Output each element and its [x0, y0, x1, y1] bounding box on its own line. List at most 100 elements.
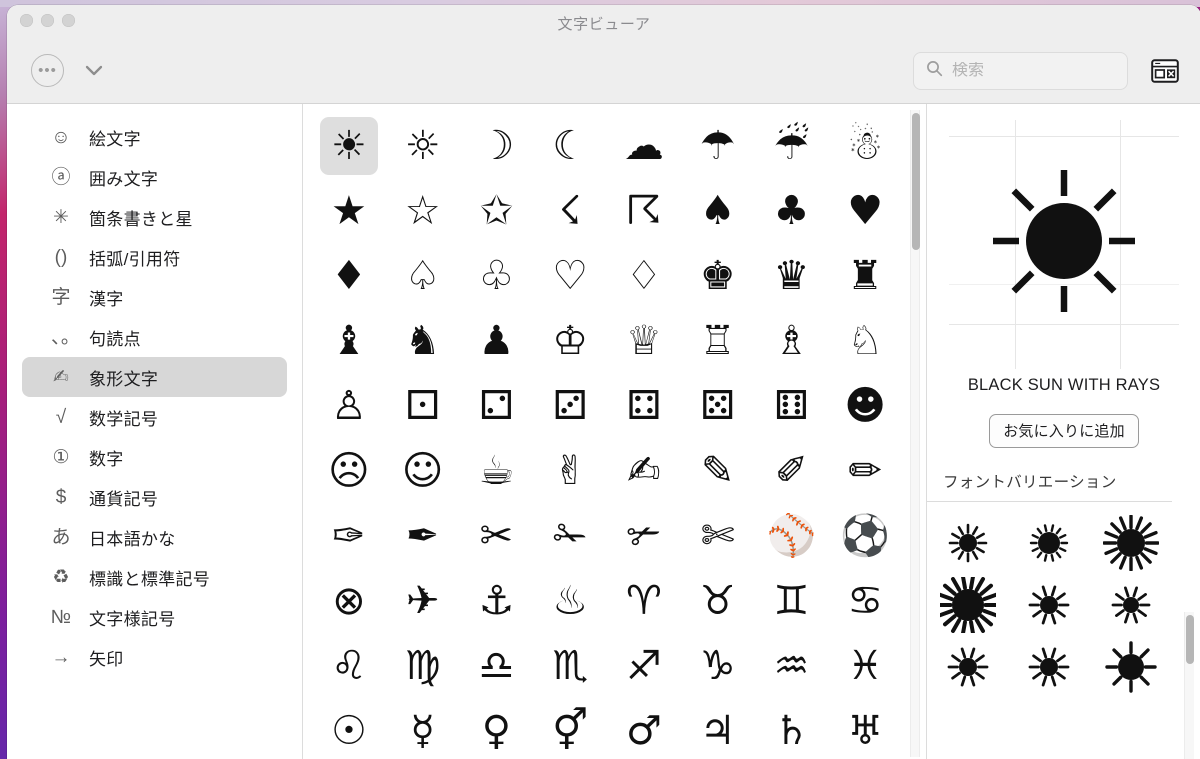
character-cell[interactable]: ☉: [312, 698, 386, 759]
character-cell[interactable]: ♣: [755, 178, 829, 243]
character-cell[interactable]: ⚄: [681, 373, 755, 438]
character-cell[interactable]: ♏: [533, 633, 607, 698]
character-cell[interactable]: ☺: [386, 438, 460, 503]
character-cell[interactable]: ☹: [312, 438, 386, 503]
character-cell[interactable]: ✈: [386, 568, 460, 633]
character-glyph[interactable]: ✒: [394, 507, 452, 565]
font-variation-cell[interactable]: [927, 512, 1009, 574]
character-glyph[interactable]: ♢: [615, 247, 673, 305]
character-glyph[interactable]: ☕: [467, 442, 525, 500]
character-glyph[interactable]: ♐: [615, 637, 673, 695]
character-glyph[interactable]: ✑: [320, 507, 378, 565]
font-variation-cell[interactable]: [1009, 512, 1091, 574]
character-glyph[interactable]: ♏: [541, 637, 599, 695]
character-glyph[interactable]: ♣: [762, 182, 820, 240]
character-cell[interactable]: ⚁: [460, 373, 534, 438]
character-glyph[interactable]: ☻: [836, 377, 894, 435]
character-glyph[interactable]: ⚾: [762, 507, 820, 565]
character-cell[interactable]: ♤: [386, 243, 460, 308]
search-input[interactable]: [952, 62, 1115, 80]
search-field[interactable]: [913, 52, 1128, 90]
character-glyph[interactable]: ☺: [394, 442, 452, 500]
character-glyph[interactable]: ♌: [320, 637, 378, 695]
character-glyph[interactable]: ⊗: [320, 572, 378, 630]
character-cell[interactable]: ✍: [607, 438, 681, 503]
character-glyph[interactable]: ♞: [394, 312, 452, 370]
character-cell[interactable]: ⚾: [755, 503, 829, 568]
keyboard-panel-icon[interactable]: [1151, 59, 1179, 83]
character-glyph[interactable]: ✩: [467, 182, 525, 240]
character-glyph[interactable]: ♝: [320, 312, 378, 370]
character-cell[interactable]: ☾: [533, 113, 607, 178]
character-cell[interactable]: ♂: [607, 698, 681, 759]
font-variation-cell[interactable]: [927, 574, 1009, 636]
character-glyph[interactable]: ✂: [467, 507, 525, 565]
character-cell[interactable]: ✎: [681, 438, 755, 503]
character-glyph[interactable]: ⚀: [394, 377, 452, 435]
character-glyph[interactable]: ♧: [467, 247, 525, 305]
character-glyph[interactable]: ♀: [467, 702, 525, 759]
character-glyph[interactable]: ♡: [541, 247, 599, 305]
character-glyph[interactable]: ☹: [320, 442, 378, 500]
character-cell[interactable]: ♋: [828, 568, 902, 633]
character-glyph[interactable]: ✏: [836, 442, 894, 500]
character-cell[interactable]: ✂: [460, 503, 534, 568]
character-glyph[interactable]: ★: [320, 182, 378, 240]
character-glyph[interactable]: ♊: [762, 572, 820, 630]
character-cell[interactable]: ☽: [460, 113, 534, 178]
character-cell[interactable]: ✐: [755, 438, 829, 503]
character-glyph[interactable]: ☆: [394, 182, 452, 240]
sidebar-item-11[interactable]: ♻ 標識と標準記号: [22, 557, 287, 597]
font-variation-cell[interactable]: [1009, 574, 1091, 636]
sidebar-item-4[interactable]: 字漢字: [22, 277, 287, 317]
sidebar-item-10[interactable]: あ日本語かな: [22, 517, 287, 557]
sidebar-item-6[interactable]: ✍ 象形文字: [22, 357, 287, 397]
character-glyph[interactable]: ☈: [615, 182, 673, 240]
character-glyph[interactable]: ♅: [836, 702, 894, 759]
character-glyph[interactable]: ♙: [320, 377, 378, 435]
character-glyph[interactable]: ☼: [394, 117, 452, 175]
character-glyph[interactable]: ♠: [689, 182, 747, 240]
character-glyph[interactable]: ♜: [836, 247, 894, 305]
character-glyph[interactable]: ♈: [615, 572, 673, 630]
character-glyph[interactable]: ⚃: [615, 377, 673, 435]
sidebar-item-7[interactable]: √ 数学記号: [22, 397, 287, 437]
character-cell[interactable]: ☔: [755, 113, 829, 178]
character-glyph[interactable]: ♟: [467, 312, 525, 370]
character-cell[interactable]: ☿: [386, 698, 460, 759]
chevron-down-icon[interactable]: [83, 62, 105, 80]
character-glyph[interactable]: ♦: [320, 247, 378, 305]
character-cell[interactable]: ☁: [607, 113, 681, 178]
character-cell[interactable]: ✏: [828, 438, 902, 503]
character-glyph[interactable]: ⚁: [467, 377, 525, 435]
character-cell[interactable]: ✁: [533, 503, 607, 568]
character-cell[interactable]: ♈: [607, 568, 681, 633]
sidebar-item-1[interactable]: ⓐ 囲み文字: [22, 157, 287, 197]
character-glyph[interactable]: ⚥: [541, 702, 599, 759]
character-cell[interactable]: ♦: [312, 243, 386, 308]
character-cell[interactable]: ⊗: [312, 568, 386, 633]
character-cell[interactable]: ♓: [828, 633, 902, 698]
character-glyph[interactable]: ♂: [615, 702, 673, 759]
character-cell[interactable]: ✩: [460, 178, 534, 243]
character-cell[interactable]: ♀: [460, 698, 534, 759]
character-cell[interactable]: ☃: [828, 113, 902, 178]
character-cell[interactable]: ★: [312, 178, 386, 243]
character-cell[interactable]: ✃: [607, 503, 681, 568]
character-cell[interactable]: ✒: [386, 503, 460, 568]
character-cell[interactable]: ♧: [460, 243, 534, 308]
character-glyph[interactable]: ⚄: [689, 377, 747, 435]
sidebar-item-3[interactable]: () 括弧/引用符: [22, 237, 287, 277]
character-cell[interactable]: ☻: [828, 373, 902, 438]
character-cell[interactable]: ♜: [828, 243, 902, 308]
character-cell[interactable]: ♗: [755, 308, 829, 373]
character-cell[interactable]: ⚃: [607, 373, 681, 438]
character-cell[interactable]: ♑: [681, 633, 755, 698]
character-glyph[interactable]: ♎: [467, 637, 525, 695]
sidebar-item-5[interactable]: ､｡ 句読点: [22, 317, 287, 357]
character-cell[interactable]: ♅: [828, 698, 902, 759]
character-cell[interactable]: ♠: [681, 178, 755, 243]
character-cell[interactable]: ⚽: [828, 503, 902, 568]
ellipsis-circle-icon[interactable]: •••: [31, 54, 64, 87]
variations-scrollbar-thumb[interactable]: [1186, 615, 1194, 664]
